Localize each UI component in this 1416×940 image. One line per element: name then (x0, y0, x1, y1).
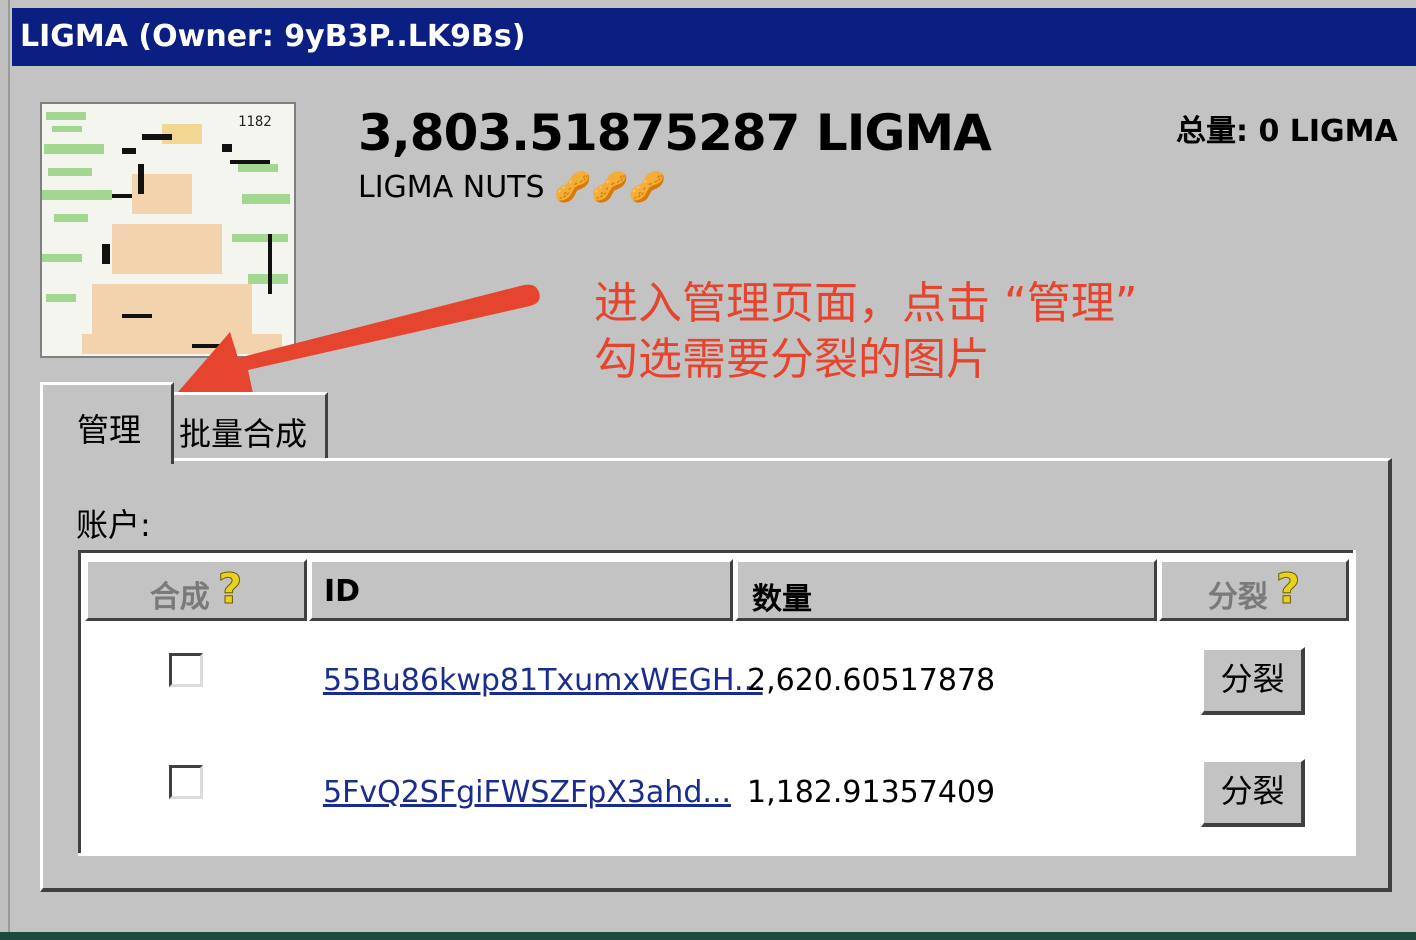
column-header-split[interactable]: 分裂? (1159, 559, 1349, 621)
window-title: LIGMA (Owner: 9yB3P..LK9Bs) (12, 8, 1416, 66)
split-button[interactable]: 分裂 (1201, 647, 1305, 715)
column-header-merge[interactable]: 合成? (85, 559, 307, 621)
question-mark-icon[interactable]: ? (1275, 564, 1300, 614)
app-window: LIGMA (Owner: 9yB3P..LK9Bs) 1182 3,803.5… (0, 0, 1416, 932)
taskbar-edge (0, 932, 1416, 940)
annotation-text: 进入管理页面，点击 “管理” 勾选需要分裂的图片 (594, 278, 1138, 385)
row-quantity: 2,620.60517878 (747, 663, 996, 698)
row-id-link[interactable]: 5FvQ2SFgiFWSZFpX3ahd... (323, 775, 731, 810)
tab-batch-merge-label: 批量合成 (179, 415, 308, 453)
row-merge-checkbox[interactable] (169, 765, 203, 799)
column-header-id[interactable]: ID (309, 559, 733, 621)
window-border (0, 0, 10, 932)
accounts-table: 合成? ID 数量 分裂? 55Bu86kwp81TxumxWEGH... 2,… (78, 550, 1356, 856)
tab-batch-merge[interactable]: 批量合成 (172, 392, 328, 458)
question-mark-icon[interactable]: ? (217, 564, 242, 614)
token-name: LIGMA NUTS 🥜🥜🥜 (358, 170, 667, 205)
tab-manage-label: 管理 (77, 411, 142, 449)
column-header-quantity-label: 数量 (752, 582, 812, 617)
token-balance: 3,803.51875287 LIGMA (358, 104, 992, 162)
row-id-link[interactable]: 55Bu86kwp81TxumxWEGH... (323, 663, 763, 698)
row-quantity: 1,182.91357409 (747, 775, 996, 810)
svg-text:1182: 1182 (238, 114, 272, 130)
column-header-quantity[interactable]: 数量 (735, 559, 1157, 621)
column-header-merge-label: 合成 (149, 580, 210, 615)
column-header-id-label: ID (324, 574, 361, 609)
account-label: 账户: (76, 506, 151, 544)
tab-manage[interactable]: 管理 (40, 382, 174, 464)
column-header-split-label: 分裂 (1207, 580, 1268, 615)
token-total: 总量: 0 LIGMA (1176, 114, 1398, 149)
row-merge-checkbox[interactable] (169, 653, 203, 687)
split-button[interactable]: 分裂 (1201, 759, 1305, 827)
